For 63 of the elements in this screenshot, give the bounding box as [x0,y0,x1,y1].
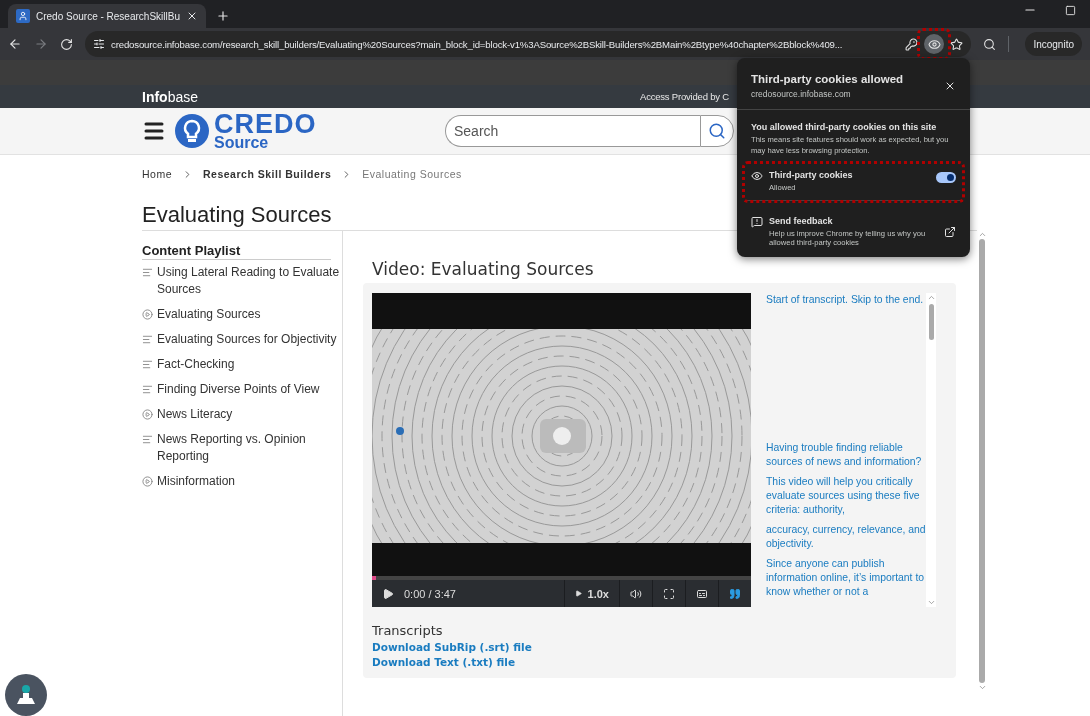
search-input[interactable]: Search [445,115,700,147]
infobase-logo: Infobase [142,88,199,105]
playlist-link[interactable]: Finding Diverse Points of View [157,381,320,398]
text-lines-icon [142,434,153,445]
eye-icon[interactable] [924,34,944,54]
search-icon [708,122,726,140]
transcript-line[interactable]: accuracy, currency, relevance, and objectivity. [766,523,926,551]
play-circle-icon [142,309,153,320]
close-icon[interactable] [944,80,956,92]
new-tab-icon[interactable] [215,9,230,23]
playlist-link[interactable]: News Literacy [157,406,233,423]
maximize-icon[interactable] [1065,4,1076,16]
key-icon[interactable] [905,37,918,51]
toggle-label: Third-party cookies [769,170,853,180]
search-button[interactable] [700,115,734,147]
playlist-link[interactable]: Evaluating Sources [157,306,261,323]
popup-title: Third-party cookies allowed [751,73,904,85]
playlist-link[interactable]: Misinformation [157,473,236,490]
breadcrumb-link[interactable]: Research Skill Builders [203,168,332,180]
transcript-line[interactable]: Having trouble finding reliable sources of news and information? [766,441,926,469]
download-link[interactable]: Download SubRip (.srt) file [372,641,947,653]
playlist-link[interactable]: Fact-Checking [157,356,235,373]
address-bar[interactable]: credosource.infobase.com/research_skill_builders/Evaluating%20Sources?main_block_id=block-v1%3ASource%2BSkill-Builders%2BMain%2Btype%40chapter%2Bblock%409... [85,31,971,57]
video-title: Video: Evaluating Sources [372,259,595,279]
favicon-icon [16,9,30,23]
person-icon [14,683,38,707]
breadcrumb-link[interactable]: Home [142,168,172,180]
text-lines-icon [142,359,153,370]
text-lines-icon [142,267,153,278]
browser-tab[interactable]: Credo Source - ResearchSkillBu [8,4,206,28]
download-link[interactable]: Download Text (.txt) file [372,656,947,668]
cookie-toggle[interactable] [936,172,956,183]
incognito-button[interactable]: Incognito [1025,32,1082,56]
play-circle-icon [142,409,153,420]
accessibility-button[interactable] [5,674,47,716]
progress-track[interactable] [372,576,751,580]
back-icon[interactable] [8,37,22,51]
feedback-icon [751,216,763,228]
popup-heading: You allowed third-party cookies on this site [751,122,938,132]
eye-icon [751,170,763,182]
external-link-icon[interactable] [944,225,956,238]
playlist-link[interactable]: News Reporting vs. Opinion Reporting [157,431,342,465]
text-lines-icon [142,384,153,395]
feedback-link[interactable]: Send feedback [769,216,938,226]
text-lines-icon [142,334,153,345]
playlist-link[interactable]: Evaluating Sources for Objectivity [157,331,337,348]
transcript-line[interactable]: This video will help you critically evaluate sources using these five criteria: authority, [766,475,926,517]
bookmark-star-icon[interactable] [950,37,963,51]
site-settings-icon[interactable] [93,38,105,50]
speed-button[interactable]: 1.0x [563,580,619,607]
play-small-icon [574,590,582,597]
transcript-line[interactable]: Start of transcript. Skip to the end. [766,293,926,307]
playlist-link[interactable]: Using Lateral Reading to Evaluate Sources [157,264,342,298]
tab-search-icon[interactable] [983,37,996,51]
access-text: Access Provided by C [640,91,729,102]
play-circle-icon [142,476,153,487]
popup-site: credosource.infobase.com [751,89,852,99]
transcripts-heading: Transcripts [372,623,444,638]
time-display: 0:00 / 3:47 [404,587,457,600]
reload-icon[interactable] [60,37,73,51]
playlist-title: Content Playlist [142,243,331,260]
transcript-line[interactable]: Since anyone can publish information online, it’s important to know whether or not a [766,557,926,599]
credo-logo[interactable]: CREDO Source [174,111,445,151]
